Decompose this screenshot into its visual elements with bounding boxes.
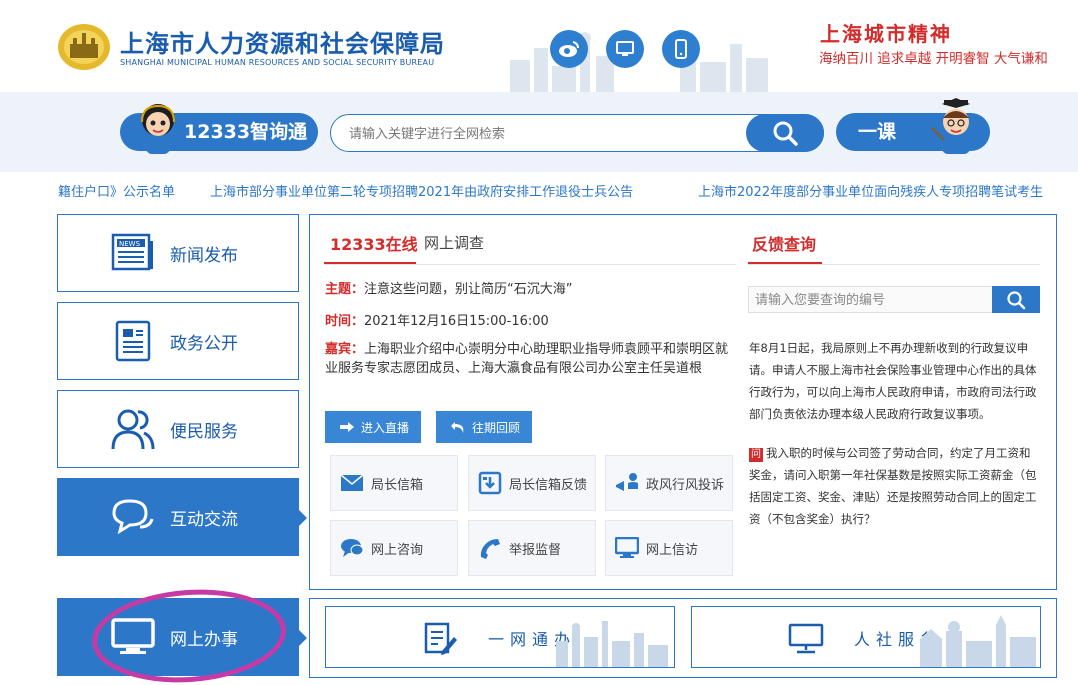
envelope-icon (339, 470, 365, 496)
guest-row: 嘉宾：上海职业介绍中心崇明分中心助理职业指导师袁顾平和崇明区就业服务专家志愿团成… (325, 340, 735, 378)
city-spirit-title: 上海城市精神 (820, 22, 952, 46)
feedback-divider (748, 264, 1040, 265)
document-icon (108, 316, 158, 366)
feedback-question-text: 我入职的时候与公司签了劳动合同，约定了月工资和奖金，请问入职第一年社保基数是按照… (749, 446, 1037, 526)
site-header: 上海市人力资源和社会保障局 SHANGHAI MUNICIPAL HUMAN R… (0, 0, 1078, 92)
past-replay-button[interactable]: 往期回顾 (436, 411, 532, 443)
monitor-icon (614, 535, 640, 561)
question-badge: 问 (749, 448, 763, 462)
inbox-reply-icon (477, 470, 503, 496)
nav-label: 便民服务 (170, 421, 238, 442)
female-mascot-icon (141, 104, 175, 154)
topic-row: 主题：注意这些问题，别让简历“石沉大海” (325, 278, 573, 297)
svc-mailbox-feedback[interactable]: 局长信箱反馈 (468, 455, 596, 511)
banner-hr-services[interactable]: 人社服务 (691, 606, 1041, 668)
svc-label: 举报监督 (509, 542, 562, 558)
ticker-item[interactable]: 上海市2022年度部分事业单位面向残疾人专项招聘笔试考生 (698, 178, 1043, 208)
ticker-item[interactable]: 籍住户口》公示名单 (58, 178, 175, 208)
bureau-emblem-icon[interactable] (56, 22, 112, 72)
svc-director-mailbox[interactable]: 局长信箱 (330, 455, 458, 511)
svc-report-supervision[interactable]: 举报监督 (468, 520, 596, 576)
enter-live-label: 进入直播 (361, 420, 410, 435)
arrow-right-icon (340, 422, 354, 432)
nav-public-services[interactable]: 便民服务 (57, 390, 299, 468)
search-icon (1007, 290, 1026, 309)
tab-active-underline (324, 262, 416, 264)
shanghai-skyline-decoration (556, 621, 668, 667)
feedback-question[interactable]: 问我入职的时候与公司签了劳动合同，约定了月工资和奖金，请问入职第一年社保基数是按… (749, 442, 1041, 530)
mobile-icon[interactable] (662, 30, 700, 68)
svg-text:NEWS: NEWS (119, 240, 141, 248)
svc-label: 网上信访 (646, 542, 699, 558)
topic-value[interactable]: 注意这些问题，别让简历“石沉大海” (364, 282, 572, 297)
desktop-icon[interactable] (606, 30, 644, 68)
city-spirit-motto: 海纳百川 追求卓越 开明睿智 大气谦和 (819, 51, 1048, 67)
topic-key: 主题： (325, 282, 365, 297)
chat-bubbles-icon (108, 492, 158, 542)
search-icon (773, 121, 798, 146)
bund-buildings-decoration (920, 615, 1036, 667)
nav-label: 互动交流 (170, 509, 238, 530)
feedback-search-button[interactable] (992, 286, 1040, 313)
past-replay-label: 往期回顾 (472, 420, 521, 435)
monitor-icon (108, 612, 158, 662)
feedback-search (748, 286, 1040, 313)
megaphone-icon (614, 470, 640, 496)
time-row: 时间：2021年12月16日15:00-16:00 (325, 310, 549, 329)
nav-interaction[interactable]: 互动交流 (57, 478, 307, 556)
phone-icon (477, 535, 503, 561)
users-icon (108, 404, 158, 454)
teacher-mascot-icon (931, 98, 970, 154)
tab-online-survey[interactable]: 网上调查 (424, 232, 484, 253)
feedback-title[interactable]: 反馈查询 (752, 231, 816, 255)
feedback-notice: 年8月1日起，我局原则上不再办理新收到的行政复议申请。申请人不服上海市社会保险事… (749, 341, 1037, 421)
nav-label: 新闻发布 (170, 245, 238, 266)
site-title-english: SHANGHAI MUNICIPAL HUMAN RESOURCES AND S… (120, 58, 435, 67)
hotline-12333-label: 12333智询通 (184, 121, 308, 143)
feedback-underline (748, 262, 822, 264)
one-lesson-label: 一课 (858, 121, 897, 143)
enter-live-button[interactable]: 进入直播 (325, 411, 421, 443)
svc-label: 局长信箱 (371, 477, 424, 493)
time-key: 时间： (325, 314, 365, 329)
nav-news-release[interactable]: NEWS 新闻发布 (57, 214, 299, 292)
monitor-icon (788, 623, 824, 654)
nav-label: 网上办事 (170, 629, 238, 650)
svc-label: 政风行风投诉 (646, 477, 725, 493)
svc-online-petition[interactable]: 网上信访 (605, 520, 733, 576)
tab-12333-online[interactable]: 12333在线 (330, 231, 418, 255)
svc-online-consult[interactable]: 网上咨询 (330, 520, 458, 576)
site-title[interactable]: 上海市人力资源和社会保障局 (120, 24, 445, 59)
news-ticker: 籍住户口》公示名单 上海市部分事业单位第二轮专项招聘2021年由政府安排工作退役… (0, 178, 1078, 208)
site-search (330, 114, 824, 152)
nav-online-affairs[interactable]: 网上办事 (57, 598, 307, 676)
search-button[interactable] (746, 114, 824, 152)
nav-label: 政务公开 (170, 333, 238, 354)
newspaper-icon: NEWS (108, 228, 158, 278)
svc-label: 网上咨询 (371, 542, 424, 558)
feedback-number-input[interactable] (755, 292, 985, 308)
time-value: 2021年12月16日15:00-16:00 (364, 314, 549, 329)
chat-icon (339, 535, 365, 561)
undo-arrow-icon (451, 422, 464, 433)
ticker-item[interactable]: 上海市部分事业单位第二轮专项招聘2021年由政府安排工作退役士兵公告 (210, 178, 633, 208)
nav-gov-affairs[interactable]: 政务公开 (57, 302, 299, 380)
nav-active-arrow (298, 629, 307, 647)
guest-value: 上海职业介绍中心崇明分中心助理职业指导师袁顾平和崇明区就业服务专家志愿团成员、上… (325, 342, 729, 376)
tab-divider (324, 264, 736, 265)
form-edit-icon (424, 622, 457, 655)
svc-label: 局长信箱反馈 (509, 477, 588, 493)
svc-conduct-complaint[interactable]: 政风行风投诉 (605, 455, 733, 511)
site-search-input[interactable] (349, 124, 729, 144)
banner-one-network[interactable]: 一网通办 (325, 606, 675, 668)
guest-key: 嘉宾： (325, 342, 365, 357)
nav-active-arrow (298, 509, 307, 527)
weibo-icon[interactable] (550, 30, 588, 68)
